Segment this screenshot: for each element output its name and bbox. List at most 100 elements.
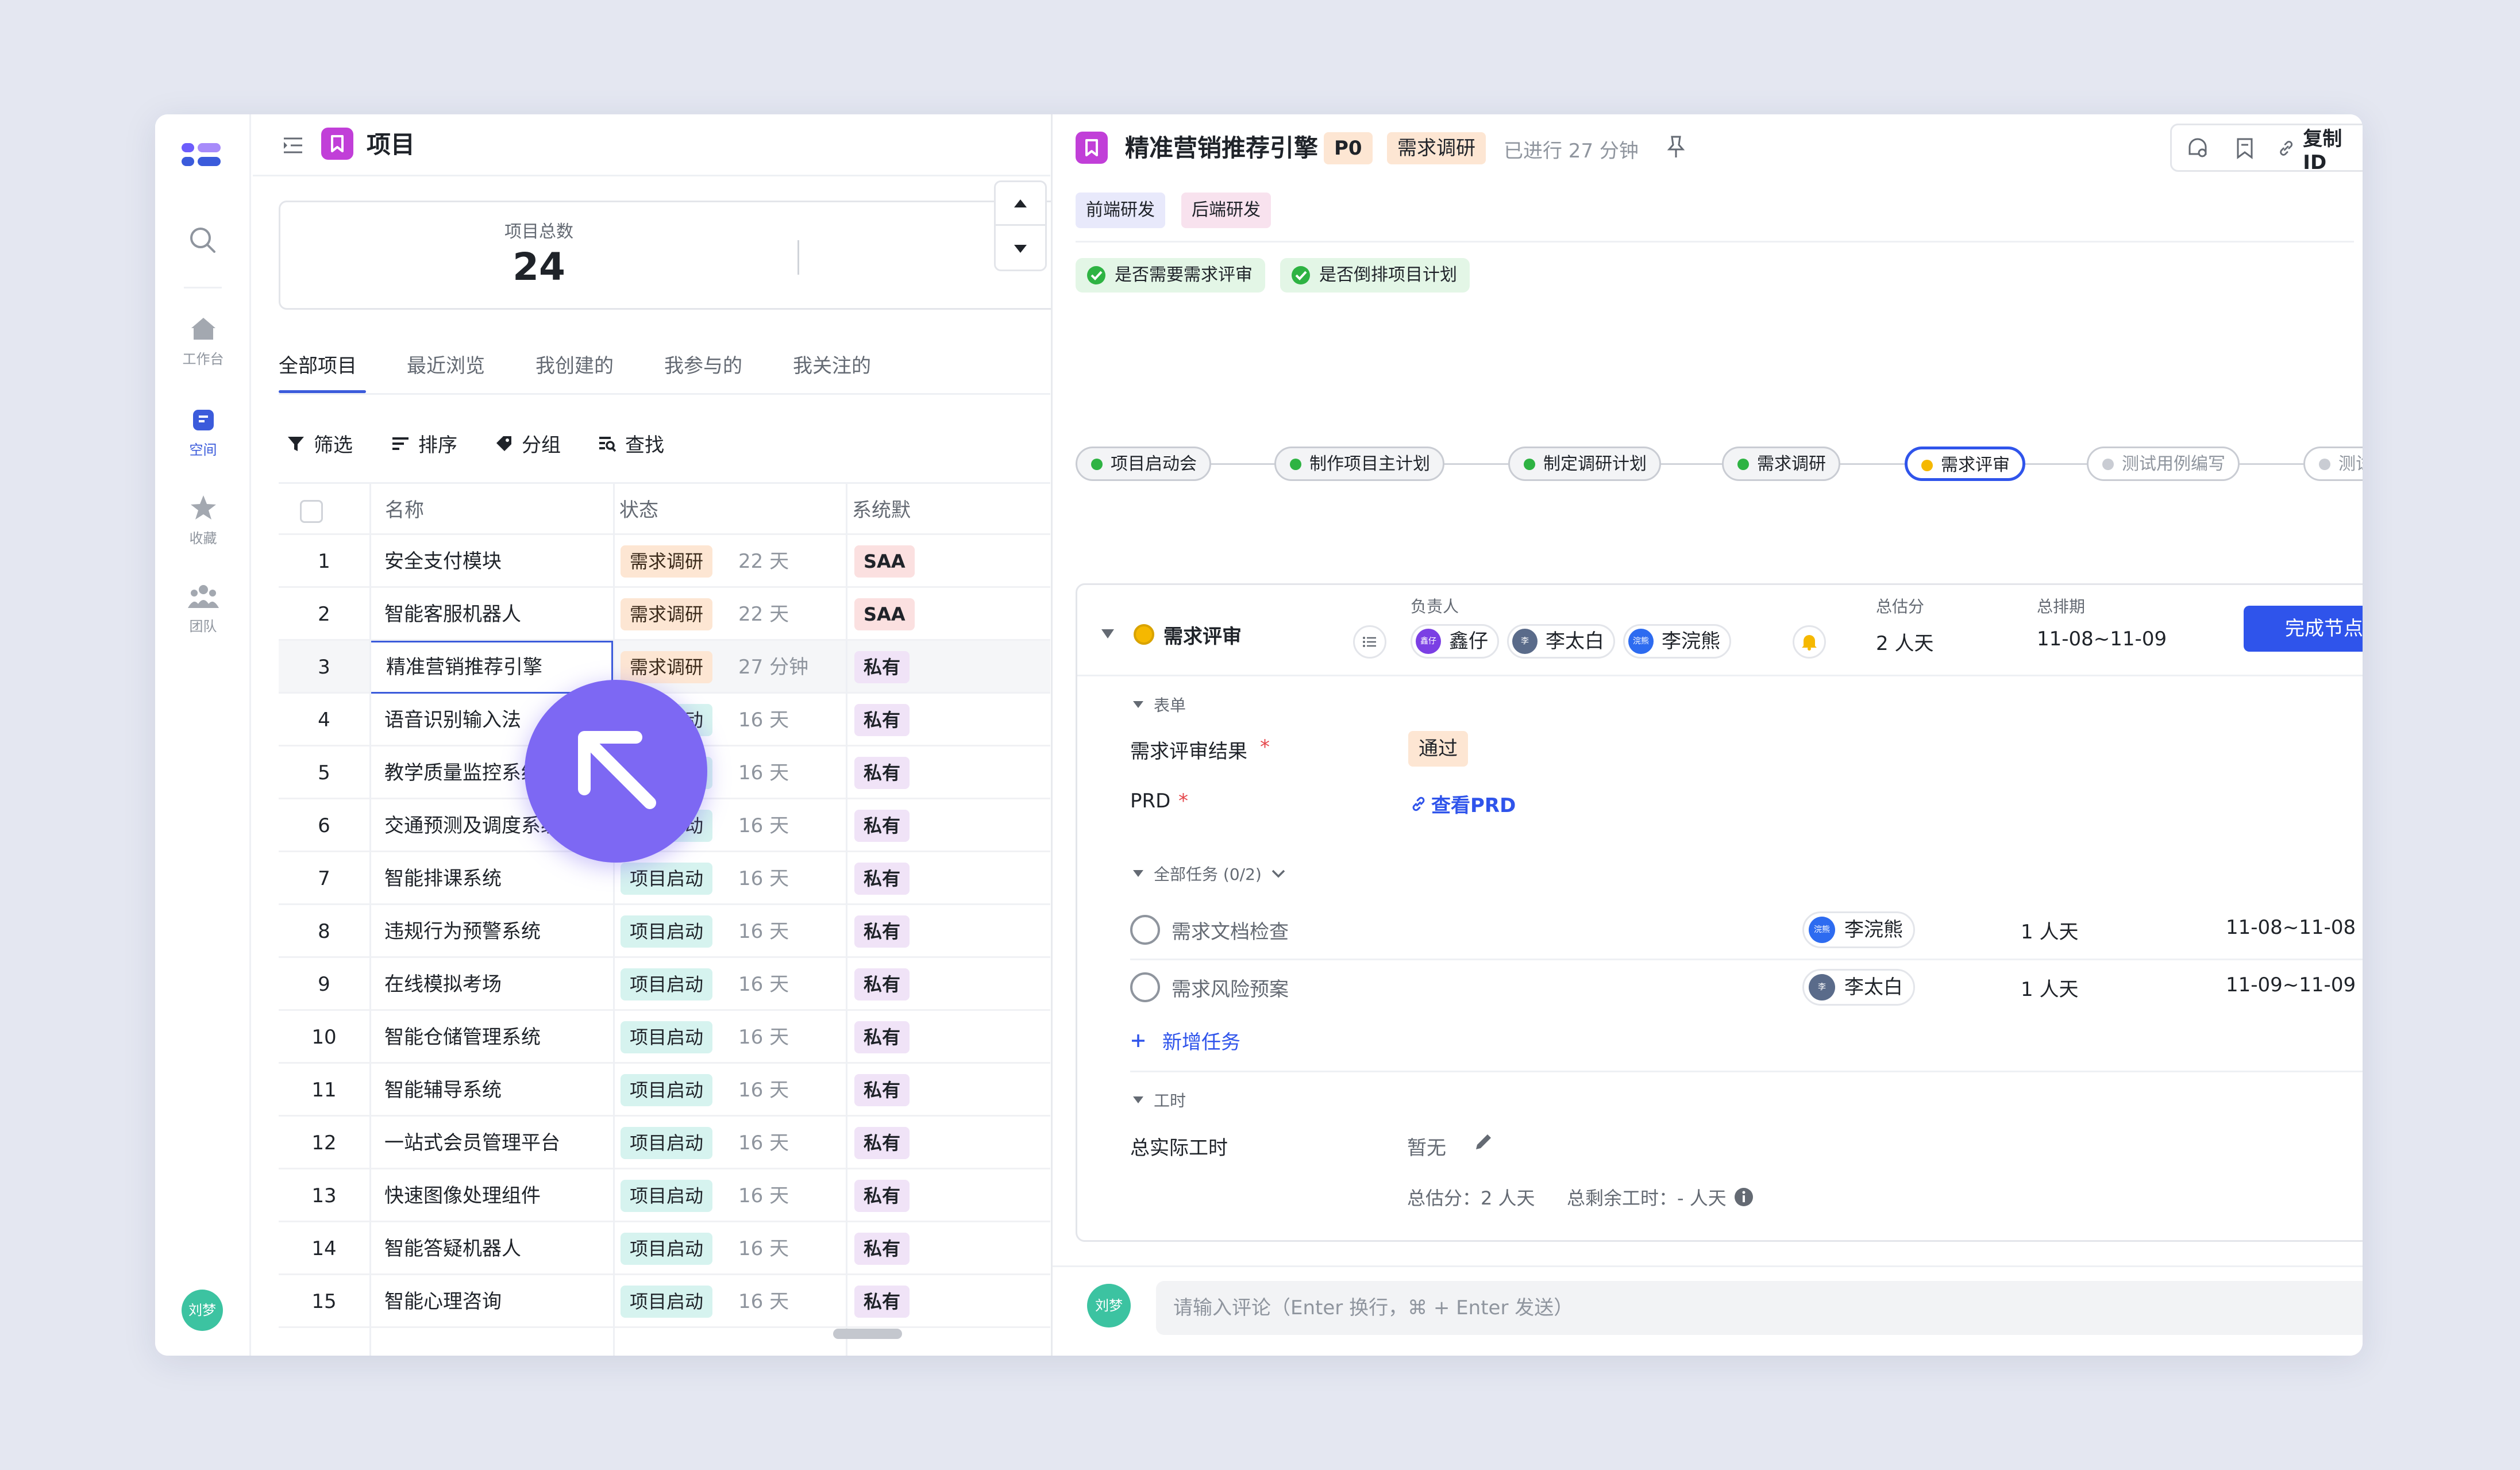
prd-link[interactable]: 查看PRD [1409, 790, 1516, 818]
row-system[interactable]: 私有 [854, 1180, 910, 1212]
scroll-up-button[interactable] [996, 182, 1045, 226]
row-name[interactable]: 在线模拟考场 [369, 958, 613, 1011]
select-all-checkbox[interactable] [300, 500, 323, 523]
pipeline-node[interactable]: 测试用例评审 [2303, 447, 2363, 481]
pipeline-node[interactable]: 项目启动会 [1076, 447, 1211, 481]
node-list-icon[interactable] [1353, 625, 1386, 659]
column-header-system[interactable]: 系统默 [852, 484, 911, 537]
table-row[interactable]: 12 一站式会员管理平台 项目启动 16 天 私有 [279, 1117, 1050, 1169]
table-row[interactable]: 1 安全支付模块 需求调研 22 天 SAA [279, 535, 1050, 588]
row-system[interactable]: SAA [854, 545, 915, 578]
owner-chip[interactable]: 鑫仔 鑫仔 [1411, 624, 1499, 659]
add-task-button[interactable]: 新增任务 [1130, 1026, 1240, 1055]
row-system[interactable]: 私有 [854, 863, 910, 895]
row-status[interactable]: 需求调研 [621, 651, 713, 683]
table-row[interactable]: 10 智能仓储管理系统 项目启动 16 天 私有 [279, 1011, 1050, 1064]
bookmark-icon[interactable] [2226, 129, 2264, 167]
row-status[interactable]: 项目启动 [621, 1180, 713, 1212]
row-system[interactable]: 私有 [854, 651, 910, 683]
table-row[interactable]: 2 智能客服机器人 需求调研 22 天 SAA [279, 588, 1050, 641]
row-status[interactable]: 项目启动 [621, 1074, 713, 1106]
task-owner-chip[interactable]: 浣熊 李浣熊 [1802, 911, 1915, 948]
row-system[interactable]: 私有 [854, 1233, 910, 1265]
pipeline-node[interactable]: 需求评审 [1905, 447, 2025, 481]
app-logo[interactable] [178, 137, 224, 178]
row-status[interactable]: 项目启动 [621, 863, 713, 895]
task-checkbox[interactable] [1130, 915, 1160, 945]
table-row[interactable]: 13 快速图像处理组件 项目启动 16 天 私有 [279, 1169, 1050, 1222]
row-system[interactable]: 私有 [854, 1127, 910, 1159]
row-name[interactable]: 违规行为预警系统 [369, 905, 613, 958]
pin-icon[interactable] [1664, 134, 1687, 162]
sidebar-item-team[interactable]: 团队 [155, 583, 251, 635]
row-status[interactable]: 需求调研 [621, 545, 713, 578]
table-row[interactable]: 9 在线模拟考场 项目启动 16 天 私有 [279, 958, 1050, 1011]
collapse-sidebar-icon[interactable] [282, 134, 305, 159]
form-section-toggle[interactable]: 表单 [1132, 693, 1186, 716]
tasks-section-toggle[interactable]: 全部任务 (0/2) [1132, 862, 1286, 885]
tab-recent[interactable]: 最近浏览 [407, 350, 485, 378]
team-tag[interactable]: 后端研发 [1181, 193, 1271, 228]
owner-chip[interactable]: 浣熊 李浣熊 [1623, 624, 1731, 659]
row-system[interactable]: 私有 [854, 968, 910, 1000]
column-header-name[interactable]: 名称 [385, 484, 424, 537]
sort-button[interactable]: 排序 [391, 429, 457, 457]
row-name[interactable]: 安全支付模块 [369, 535, 613, 588]
row-system[interactable]: SAA [854, 598, 915, 630]
collapse-node-icon[interactable] [1100, 628, 1115, 642]
find-button[interactable]: 查找 [598, 429, 664, 457]
table-row[interactable]: 15 智能心理咨询 项目启动 16 天 私有 [279, 1275, 1050, 1328]
pipeline-node[interactable]: 需求调研 [1722, 447, 1840, 481]
row-system[interactable]: 私有 [854, 1286, 910, 1318]
tab-following[interactable]: 我关注的 [793, 350, 871, 378]
pipeline-node[interactable]: 测试用例编写 [2087, 447, 2240, 481]
row-system[interactable]: 私有 [854, 704, 910, 736]
row-name[interactable]: 智能心理咨询 [369, 1275, 613, 1328]
scroll-down-button[interactable] [996, 227, 1045, 271]
row-status[interactable]: 项目启动 [621, 968, 713, 1000]
task-row[interactable]: 需求风险预案 李李太白 1 人天 11-09~11-09 [1130, 965, 2363, 1011]
sidebar-item-workbench[interactable]: 工作台 [155, 315, 251, 368]
tab-created[interactable]: 我创建的 [535, 350, 614, 378]
group-button[interactable]: 分组 [494, 429, 561, 457]
table-row[interactable]: 14 智能答疑机器人 项目启动 16 天 私有 [279, 1222, 1050, 1275]
row-status[interactable]: 项目启动 [621, 1233, 713, 1265]
tab-all[interactable]: 全部项目 [279, 350, 357, 378]
avatar[interactable]: 刘梦 [182, 1290, 223, 1331]
phase-badge[interactable]: 需求调研 [1387, 132, 1486, 164]
table-row[interactable]: 8 违规行为预警系统 项目启动 16 天 私有 [279, 905, 1050, 958]
row-status[interactable]: 项目启动 [621, 1286, 713, 1318]
info-icon[interactable] [1733, 1187, 1754, 1207]
filter-button[interactable]: 筛选 [286, 429, 353, 457]
worktime-section-toggle[interactable]: 工时 [1132, 1088, 1186, 1111]
row-system[interactable]: 私有 [854, 810, 910, 842]
row-name[interactable]: 快速图像处理组件 [369, 1169, 613, 1222]
task-row[interactable]: 需求文档检查 浣熊 李浣熊 1 人天 11-08~11-08 [1130, 908, 2363, 954]
check-tag[interactable]: 是否倒排项目计划 [1280, 258, 1470, 293]
sidebar-item-favorites[interactable]: 收藏 [155, 494, 251, 547]
row-status[interactable]: 项目启动 [621, 1127, 713, 1159]
row-system[interactable]: 私有 [854, 757, 910, 789]
row-status[interactable]: 需求调研 [621, 598, 713, 630]
tab-participated[interactable]: 我参与的 [664, 350, 742, 378]
edit-icon[interactable] [1473, 1131, 1494, 1155]
table-row[interactable]: 11 智能辅导系统 项目启动 16 天 私有 [279, 1064, 1050, 1117]
row-name[interactable]: 智能答疑机器人 [369, 1222, 613, 1275]
task-owner-chip[interactable]: 李李太白 [1802, 969, 1915, 1006]
bell-icon[interactable] [1793, 625, 1826, 659]
remind-icon[interactable] [2179, 129, 2217, 167]
search-icon[interactable] [187, 225, 218, 258]
pipeline-node[interactable]: 制作项目主计划 [1274, 447, 1444, 481]
row-name[interactable]: 智能仓储管理系统 [369, 1011, 613, 1064]
comment-input[interactable]: 请输入评论（Enter 换行，⌘ + Enter 发送） [1156, 1281, 2363, 1335]
task-checkbox[interactable] [1130, 972, 1160, 1002]
row-status[interactable]: 项目启动 [621, 915, 713, 948]
pipeline-node[interactable]: 制定调研计划 [1508, 447, 1661, 481]
check-tag[interactable]: 是否需要需求评审 [1076, 258, 1265, 293]
copy-id-button[interactable]: 复制ID [2276, 128, 2363, 174]
column-header-status[interactable]: 状态 [619, 484, 658, 537]
team-tag[interactable]: 前端研发 [1076, 193, 1165, 228]
review-result-value[interactable]: 通过 [1408, 731, 1468, 767]
row-name[interactable]: 一站式会员管理平台 [369, 1117, 613, 1169]
row-name[interactable]: 智能辅导系统 [369, 1064, 613, 1117]
